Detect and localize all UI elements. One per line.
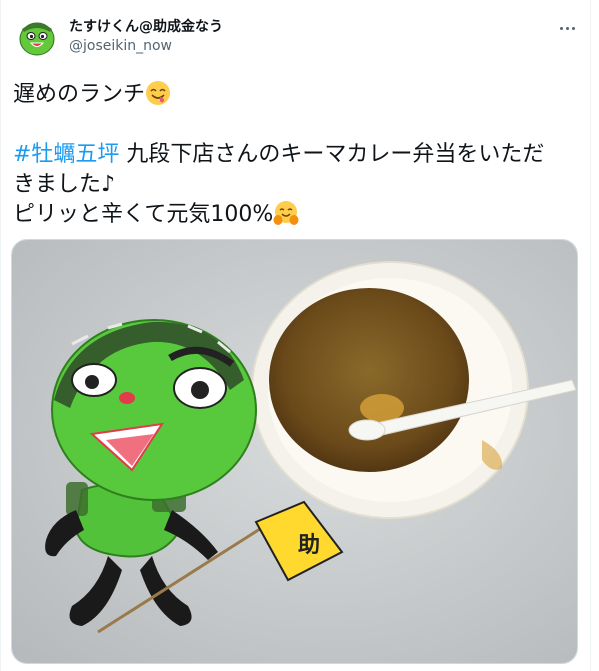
tweet-photo[interactable]: 助	[11, 239, 578, 664]
tweet-line	[13, 110, 583, 140]
more-options-button[interactable]	[554, 18, 580, 38]
tweet-line: ピリッと辛くて元気100%	[13, 200, 583, 230]
flag-text: 助	[298, 533, 320, 558]
tweet-line: #牡蠣五坪 九段下店さんのキーマカレー弁当をいただ	[13, 142, 545, 167]
photo-image: 助	[12, 240, 577, 663]
tweet-line: きました♪	[13, 172, 116, 197]
author-display-name[interactable]: たすけくん@助成金なう	[69, 16, 223, 36]
tweet-text: 遅めのランチ #牡蠣五坪 九段下店さんのキーマカレー弁当をいただ きました♪ ピ…	[13, 80, 583, 230]
hugging-face-emoji-icon	[273, 201, 299, 225]
savoring-food-emoji-icon	[146, 81, 171, 105]
author-handle[interactable]: @joseikin_now	[69, 38, 172, 54]
tweet-line: 遅めのランチ	[13, 80, 583, 110]
more-dots-icon	[559, 26, 563, 30]
tweet-card: たすけくん@助成金なう @joseikin_now 遅めのランチ #牡蠣五坪 九…	[0, 0, 591, 671]
author-avatar[interactable]	[13, 12, 61, 60]
hashtag-link[interactable]: #牡蠣五坪	[13, 142, 119, 167]
